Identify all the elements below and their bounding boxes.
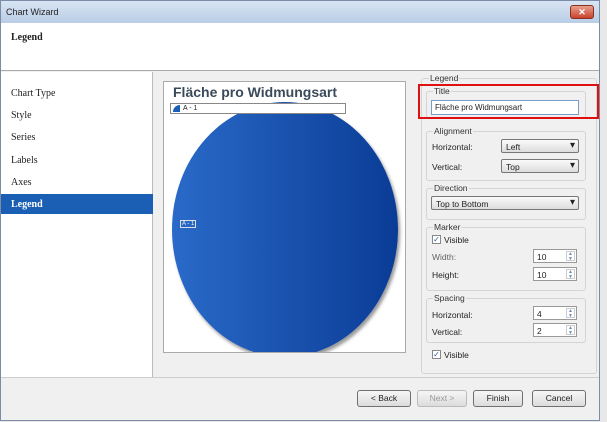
legend-marker-icon (173, 105, 180, 112)
legend-entry: A - 1 (183, 105, 198, 112)
window-title: Chart Wizard (6, 7, 59, 17)
spin-arrows-icon[interactable]: ▲ ▼ (566, 269, 575, 280)
nav-item-axes[interactable]: Axes (1, 172, 153, 192)
horizontal-align-label: Horizontal: (432, 142, 473, 152)
direction-select[interactable]: Top to Bottom (431, 196, 579, 210)
direction-label: Direction (433, 183, 469, 193)
spacing-vertical-spinner[interactable]: 2 ▲ ▼ (533, 323, 577, 337)
marker-label: Marker (433, 222, 462, 232)
spacing-vertical-label: Vertical: (432, 327, 463, 337)
footer: < Back Next > Finish Cancel (1, 377, 599, 422)
cancel-button[interactable]: Cancel (532, 390, 586, 407)
legend-group-label: Legend (429, 73, 460, 83)
marker-visible-checkbox[interactable]: ✓ (432, 235, 441, 244)
chart-preview: Fläche pro Widmungsart A - 1 A - 1 (153, 72, 419, 377)
close-icon[interactable]: ✕ (570, 5, 594, 19)
chart-title: Fläche pro Widmungsart (173, 84, 338, 100)
page-title: Legend (11, 32, 43, 43)
chart-legend: A - 1 (170, 103, 346, 114)
pie-slice (172, 102, 398, 352)
spacing-horizontal-spinner[interactable]: 4 ▲ ▼ (533, 306, 577, 320)
legend-visible-label: Visible (444, 350, 469, 360)
spacing-horizontal-value: 4 (537, 309, 542, 319)
legend-visible-checkbox[interactable]: ✓ (432, 350, 441, 359)
spacing-vertical-value: 2 (537, 326, 542, 336)
marker-height-spinner[interactable]: 10 ▲ ▼ (533, 267, 577, 281)
spacing-label: Spacing (433, 293, 466, 303)
marker-height-label: Height: (432, 270, 459, 280)
back-button[interactable]: < Back (357, 390, 411, 407)
vertical-align-label: Vertical: (432, 162, 463, 172)
nav-item-legend[interactable]: Legend (1, 194, 153, 214)
marker-width-value: 10 (537, 252, 547, 262)
next-button[interactable]: Next > (417, 390, 467, 407)
marker-width-spinner[interactable]: 10 ▲ ▼ (533, 249, 577, 263)
spin-arrows-icon[interactable]: ▲ ▼ (566, 308, 575, 319)
marker-visible-label: Visible (444, 235, 469, 245)
title-bar: Chart Wizard ✕ (1, 1, 599, 23)
finish-button[interactable]: Finish (473, 390, 523, 407)
spin-arrows-icon[interactable]: ▲ ▼ (566, 251, 575, 262)
marker-height-value: 10 (537, 270, 547, 280)
nav-item-style[interactable]: Style (1, 105, 153, 125)
chart-wizard-window: Chart Wizard ✕ Legend Chart Type Style S… (0, 0, 600, 421)
legend-settings: Legend Title Fläche pro Widmungsart Alig… (418, 72, 601, 377)
horizontal-align-select[interactable]: Left (501, 139, 579, 153)
alignment-label: Alignment (433, 126, 473, 136)
chart-canvas: Fläche pro Widmungsart A - 1 A - 1 (163, 81, 406, 353)
spacing-horizontal-label: Horizontal: (432, 310, 473, 320)
nav-item-labels[interactable]: Labels (1, 150, 153, 170)
vertical-align-select[interactable]: Top (501, 159, 579, 173)
marker-width-label: Width: (432, 252, 457, 262)
point-label: A - 1 (180, 220, 197, 228)
nav-item-chart-type[interactable]: Chart Type (1, 83, 153, 103)
page-header: Legend (1, 23, 599, 71)
wizard-nav: Chart Type Style Series Labels Axes Lege… (1, 72, 153, 377)
nav-item-series[interactable]: Series (1, 127, 153, 147)
highlight-box (418, 84, 599, 119)
spin-arrows-icon[interactable]: ▲ ▼ (566, 325, 575, 336)
